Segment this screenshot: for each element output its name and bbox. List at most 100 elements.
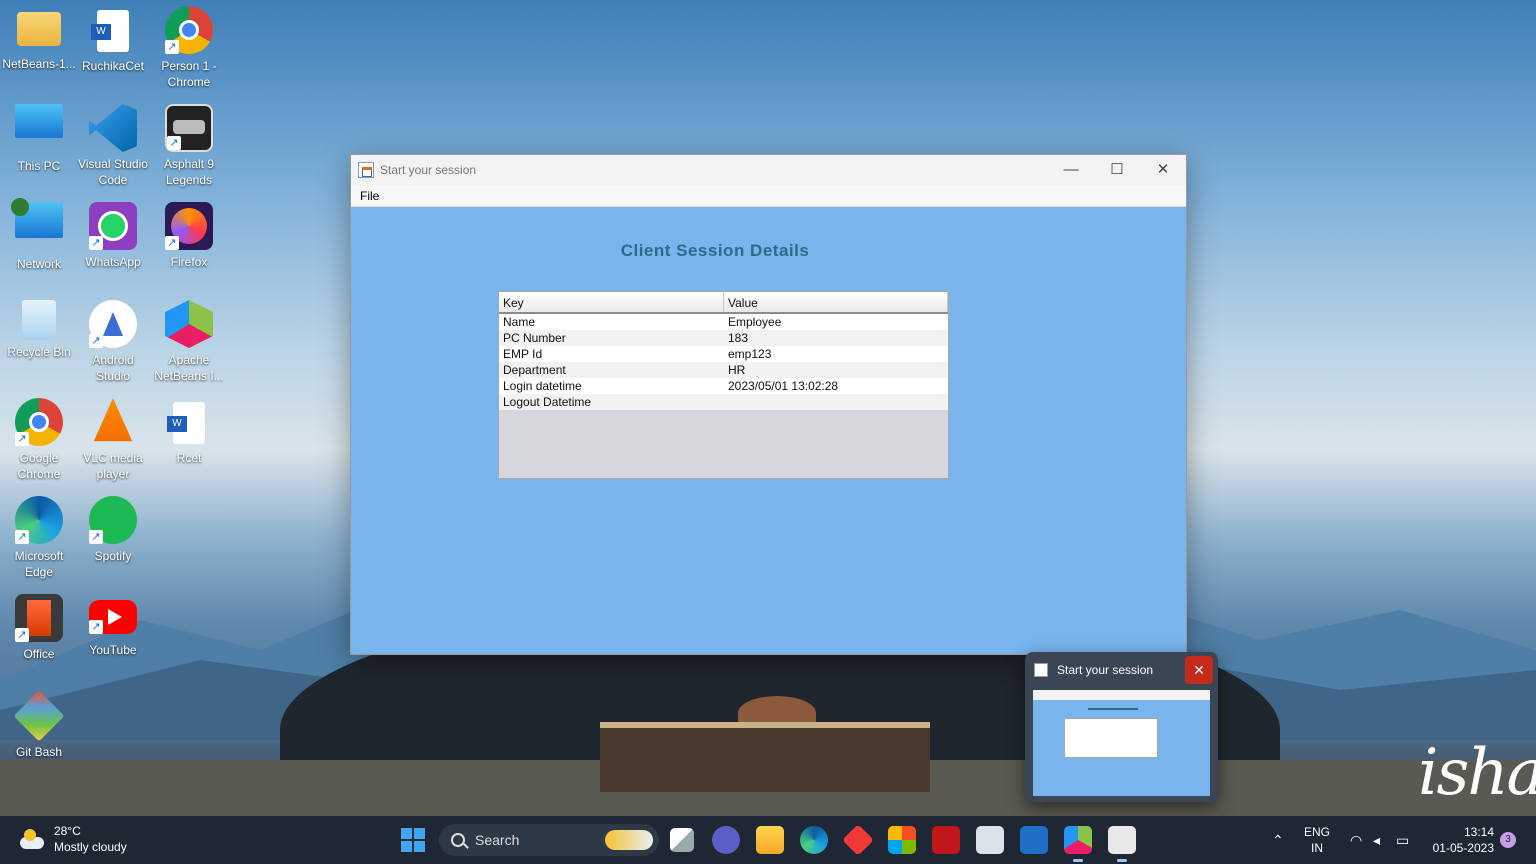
menu-file[interactable]: File xyxy=(360,189,379,203)
desktop-icon-label: Person 1 - Chrome xyxy=(161,59,217,89)
cell-value: 183 xyxy=(728,331,749,345)
desktop-icon-recycle-bin[interactable]: Recycle Bin xyxy=(0,294,78,360)
microsoft-store-icon[interactable] xyxy=(888,826,916,854)
column-header-key[interactable]: Key xyxy=(499,292,724,312)
desktop-icon-apache-netbeans[interactable]: Apache NetBeans I... xyxy=(150,294,228,384)
desktop-icon-label: Git Bash xyxy=(15,745,63,759)
search-highlight-icon xyxy=(605,830,653,850)
taskbar-search[interactable]: Search xyxy=(439,824,659,856)
clock[interactable]: 13:14 01-05-2023 xyxy=(1428,824,1494,856)
desktop-icon-rcet[interactable]: W Rcet xyxy=(150,392,228,466)
session-window: Start your session — ☐ ✕ File Client Ses… xyxy=(350,154,1187,655)
shortcut-arrow-icon: ↗ xyxy=(167,136,181,150)
column-header-value[interactable]: Value xyxy=(724,292,948,312)
desktop-icon-vlc[interactable]: VLC media player xyxy=(74,392,152,482)
client-area: Client Session Details Key Value Name Em… xyxy=(351,207,1186,654)
desktop-icon-asphalt[interactable]: ↗ Asphalt 9 Legends xyxy=(150,98,228,188)
chrome-icon: ↗ xyxy=(165,6,213,54)
camera-icon[interactable] xyxy=(976,826,1004,854)
close-button[interactable]: ✕ xyxy=(1140,155,1186,185)
chat-icon[interactable] xyxy=(712,826,740,854)
file-explorer-icon[interactable] xyxy=(756,826,784,854)
language-line-2: IN xyxy=(1311,841,1323,855)
desktop-icon-label: Visual Studio Code xyxy=(78,157,148,187)
language-line-1: ENG xyxy=(1304,825,1331,839)
edge-icon[interactable] xyxy=(800,826,828,854)
chrome-icon: ↗ xyxy=(15,398,63,446)
desktop-icon-git-bash[interactable]: Git Bash xyxy=(0,686,78,760)
desktop-icon-label: WhatsApp xyxy=(85,255,141,269)
weather-condition: Mostly cloudy xyxy=(54,840,127,854)
preview-close-button[interactable]: ✕ xyxy=(1185,656,1213,684)
desktop-icon-spotify[interactable]: ↗ Spotify xyxy=(74,490,152,564)
desktop-icon-firefox[interactable]: ↗ Firefox xyxy=(150,196,228,270)
table-row[interactable]: PC Number 183 xyxy=(499,330,948,346)
taskbar: 28°C Mostly cloudy Search ⌃ ENG IN ◠ ◂ ▭… xyxy=(0,816,1536,864)
shortcut-arrow-icon: ↗ xyxy=(89,334,103,348)
session-details-table[interactable]: Key Value Name Employee PC Number 183 EM… xyxy=(498,291,949,479)
preview-thumbnail[interactable] xyxy=(1033,690,1210,796)
language-indicator[interactable]: ENG IN xyxy=(1304,824,1330,856)
desktop-icon-whatsapp[interactable]: ↗ WhatsApp xyxy=(74,196,152,270)
firefox-icon: ↗ xyxy=(165,202,213,250)
battery-icon[interactable]: ▭ xyxy=(1396,816,1409,864)
anydesk-icon[interactable] xyxy=(842,824,874,856)
maximize-button[interactable]: ☐ xyxy=(1094,155,1140,185)
start-button[interactable] xyxy=(401,828,425,852)
whatsapp-icon: ↗ xyxy=(89,202,137,250)
desktop-icon-netbeans-folder[interactable]: NetBeans-1... xyxy=(0,0,78,72)
desktop-icon-label: Microsoft Edge xyxy=(14,549,64,579)
notification-badge[interactable]: 3 xyxy=(1500,832,1516,848)
game-icon: ↗ xyxy=(165,104,213,152)
desktop-icon-label: Spotify xyxy=(94,549,132,563)
volume-icon[interactable]: ◂ xyxy=(1373,816,1380,864)
git-icon xyxy=(13,690,65,742)
cell-value: Employee xyxy=(728,315,782,329)
desktop-icon-label: VLC media player xyxy=(83,451,143,481)
table-row[interactable]: Department HR xyxy=(499,362,948,378)
thumbnail-heading xyxy=(1088,708,1138,710)
cell-key: Department xyxy=(503,363,566,377)
java-app-icon[interactable] xyxy=(1108,826,1136,862)
table-row[interactable]: Name Employee xyxy=(499,314,948,330)
netbeans-icon[interactable] xyxy=(1064,826,1092,862)
desktop-icon-ruchikacet[interactable]: W RuchikaCet xyxy=(74,0,152,74)
cell-key: Logout Datetime xyxy=(503,395,592,409)
desktop-icon-vscode[interactable]: Visual Studio Code xyxy=(74,98,152,188)
shortcut-arrow-icon: ↗ xyxy=(15,530,29,544)
table-row[interactable]: Logout Datetime xyxy=(499,394,948,410)
vlc-icon xyxy=(93,398,133,442)
menubar: File xyxy=(351,185,1186,207)
desktop-icon-network[interactable]: Network xyxy=(0,196,78,272)
desktop-icon-android-studio[interactable]: ↗ Android Studio xyxy=(74,294,152,384)
mcafee-icon[interactable] xyxy=(932,826,960,854)
desktop-icon-label: NetBeans-1... xyxy=(2,57,76,71)
desktop-icon-microsoft-edge[interactable]: ↗ Microsoft Edge xyxy=(0,490,78,580)
table-row[interactable]: EMP Id emp123 xyxy=(499,346,948,362)
task-view-icon[interactable] xyxy=(670,828,694,852)
taskbar-window-preview[interactable]: Start your session ✕ xyxy=(1025,652,1218,802)
partly-cloudy-icon xyxy=(18,829,46,849)
cell-key: Name xyxy=(503,315,536,329)
desktop-icon-this-pc[interactable]: This PC xyxy=(0,98,78,174)
chevron-up-icon[interactable]: ⌃ xyxy=(1272,816,1284,864)
office-icon: ↗ xyxy=(15,594,63,642)
java-app-icon xyxy=(1034,663,1048,677)
weather-widget[interactable]: 28°C Mostly cloudy xyxy=(18,823,127,855)
wifi-icon[interactable]: ◠ xyxy=(1350,816,1362,864)
desktop-icon-label: Office xyxy=(23,647,55,661)
desktop-icon-label: This PC xyxy=(17,159,61,173)
desktop-icon-person1-chrome[interactable]: ↗ Person 1 - Chrome xyxy=(150,0,228,90)
window-titlebar[interactable]: Start your session — ☐ ✕ xyxy=(351,155,1186,185)
desktop-icon-office[interactable]: ↗ Office xyxy=(0,588,78,662)
desktop-icon-label: Apache NetBeans I... xyxy=(154,353,224,383)
shortcut-arrow-icon: ↗ xyxy=(89,620,103,634)
app-window-icon[interactable] xyxy=(1020,826,1048,854)
desktop-icon-google-chrome[interactable]: ↗ Google Chrome xyxy=(0,392,78,482)
window-title: Start your session xyxy=(380,163,477,177)
cell-value: 2023/05/01 13:02:28 xyxy=(728,379,839,393)
minimize-button[interactable]: — xyxy=(1048,155,1094,185)
table-row[interactable]: Login datetime 2023/05/01 13:02:28 xyxy=(499,378,948,394)
desktop-icon-youtube[interactable]: ↗ YouTube xyxy=(74,588,152,658)
youtube-icon: ↗ xyxy=(89,600,137,634)
